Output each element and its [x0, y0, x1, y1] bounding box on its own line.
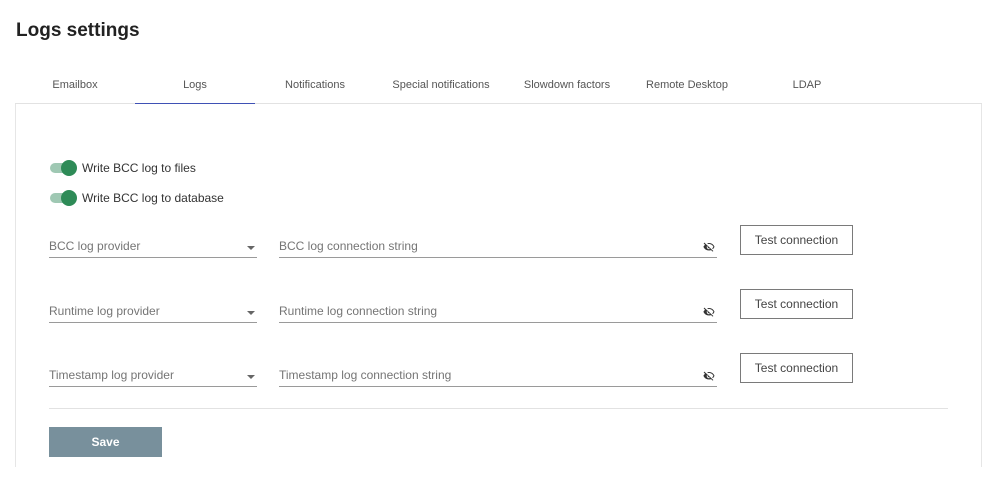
runtime-test-connection-button[interactable]: Test connection	[740, 289, 853, 319]
toggle-row-database: Write BCC log to database	[49, 190, 224, 206]
eye-off-icon[interactable]	[703, 306, 715, 318]
write-log-database-toggle[interactable]	[49, 190, 77, 206]
bcc-log-connection-input[interactable]: BCC log connection string	[279, 236, 717, 258]
tab-ldap[interactable]: LDAP	[747, 70, 867, 104]
save-button[interactable]: Save	[49, 427, 162, 457]
runtime-log-provider-select[interactable]: Runtime log provider	[49, 301, 257, 323]
bcc-test-connection-button[interactable]: Test connection	[740, 225, 853, 255]
runtime-log-connection-input[interactable]: Runtime log connection string	[279, 301, 717, 323]
bcc-log-connection-placeholder: BCC log connection string	[279, 239, 418, 253]
tab-special-notifications[interactable]: Special notifications	[381, 70, 501, 104]
chevron-down-icon	[247, 246, 255, 250]
timestamp-test-connection-button[interactable]: Test connection	[740, 353, 853, 383]
bcc-log-provider-select[interactable]: BCC log provider	[49, 236, 257, 258]
eye-off-icon[interactable]	[703, 370, 715, 382]
tab-emailbox[interactable]: Emailbox	[15, 70, 135, 104]
write-log-database-label: Write BCC log to database	[82, 191, 224, 205]
timestamp-log-provider-placeholder: Timestamp log provider	[49, 368, 174, 382]
tab-slowdown-factors[interactable]: Slowdown factors	[507, 70, 627, 104]
tab-notifications[interactable]: Notifications	[255, 70, 375, 104]
tab-remote-desktop[interactable]: Remote Desktop	[627, 70, 747, 104]
write-log-files-toggle[interactable]	[49, 160, 77, 176]
runtime-log-provider-placeholder: Runtime log provider	[49, 304, 160, 318]
chevron-down-icon	[247, 375, 255, 379]
eye-off-icon[interactable]	[703, 241, 715, 253]
divider	[49, 408, 948, 409]
toggle-thumb	[61, 190, 77, 206]
runtime-log-connection-placeholder: Runtime log connection string	[279, 304, 438, 318]
write-log-files-label: Write BCC log to files	[82, 161, 196, 175]
toggle-row-files: Write BCC log to files	[49, 160, 196, 176]
timestamp-log-connection-placeholder: Timestamp log connection string	[279, 368, 452, 382]
tab-logs[interactable]: Logs	[135, 70, 255, 104]
timestamp-log-connection-input[interactable]: Timestamp log connection string	[279, 365, 717, 387]
tab-bar: Emailbox Logs Notifications Special noti…	[15, 70, 982, 104]
settings-panel	[15, 104, 982, 467]
timestamp-log-provider-select[interactable]: Timestamp log provider	[49, 365, 257, 387]
toggle-thumb	[61, 160, 77, 176]
bcc-log-provider-placeholder: BCC log provider	[49, 239, 141, 253]
chevron-down-icon	[247, 311, 255, 315]
page-title: Logs settings	[16, 20, 140, 41]
